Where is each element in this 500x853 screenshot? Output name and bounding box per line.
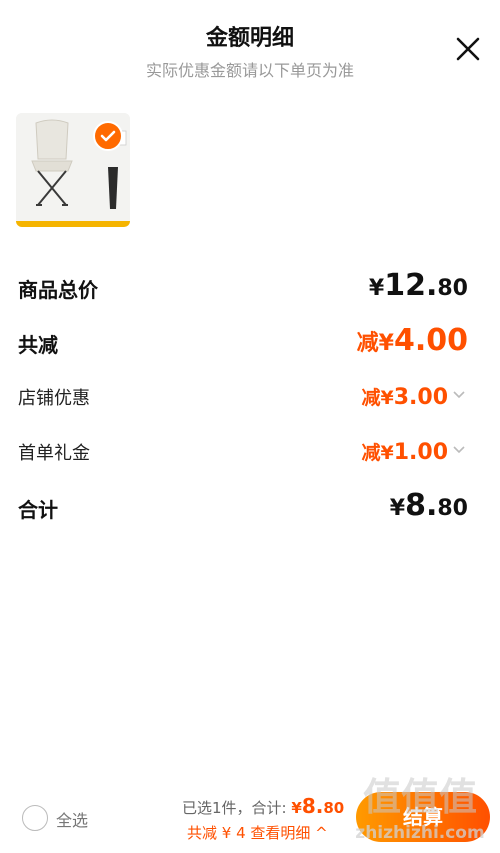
checkmark-icon xyxy=(100,130,116,142)
select-all-label[interactable]: 全选 xyxy=(56,807,88,831)
first-order-gift-value: 减¥1.00 xyxy=(361,440,448,465)
row-store-discount[interactable]: 店铺优惠 减¥3.00 xyxy=(18,378,468,418)
chevron-down-icon[interactable] xyxy=(452,390,466,400)
checkout-bar: 全选 已选1件，合计: ¥8.80 共减 ¥ 4 查看明细 ^ 结算 xyxy=(0,780,500,853)
header: 金额明细 实际优惠金额请以下单页为准 xyxy=(0,0,500,90)
row-grand-total: 合计 ¥8.80 xyxy=(18,488,468,528)
checkout-button[interactable]: 结算 xyxy=(356,792,490,842)
page-title: 金额明细 xyxy=(205,26,294,51)
total-reduction-label: 共减 xyxy=(18,333,58,357)
row-first-order-gift[interactable]: 首单礼金 减¥1.00 xyxy=(18,433,468,473)
total-price-value: ¥12.80 xyxy=(368,268,468,303)
first-order-gift-label: 首单礼金 xyxy=(18,443,90,464)
total-reduction-value: 减¥4.00 xyxy=(356,323,468,358)
view-detail-link[interactable]: 共减 ¥ 4 查看明细 ^ xyxy=(187,822,328,843)
total-price-label: 商品总价 xyxy=(18,278,98,302)
page-subtitle: 实际优惠金额请以下单页为准 xyxy=(145,61,354,80)
summary-line: 已选1件，合计: ¥8.80 xyxy=(182,794,345,818)
select-all-radio[interactable] xyxy=(22,805,48,831)
row-total-reduction: 共减 减¥4.00 xyxy=(18,323,468,363)
selected-check-icon[interactable] xyxy=(93,121,123,151)
row-total-price: 商品总价 ¥12.80 xyxy=(18,268,468,308)
store-discount-value: 减¥3.00 xyxy=(361,385,448,410)
thumbnail-accent-bar xyxy=(16,221,130,227)
grand-total-value: ¥8.80 xyxy=(389,488,468,523)
chevron-down-icon[interactable] xyxy=(452,445,466,455)
store-discount-label: 店铺优惠 xyxy=(18,388,90,409)
close-icon[interactable] xyxy=(454,35,482,63)
grand-total-label: 合计 xyxy=(18,498,58,522)
